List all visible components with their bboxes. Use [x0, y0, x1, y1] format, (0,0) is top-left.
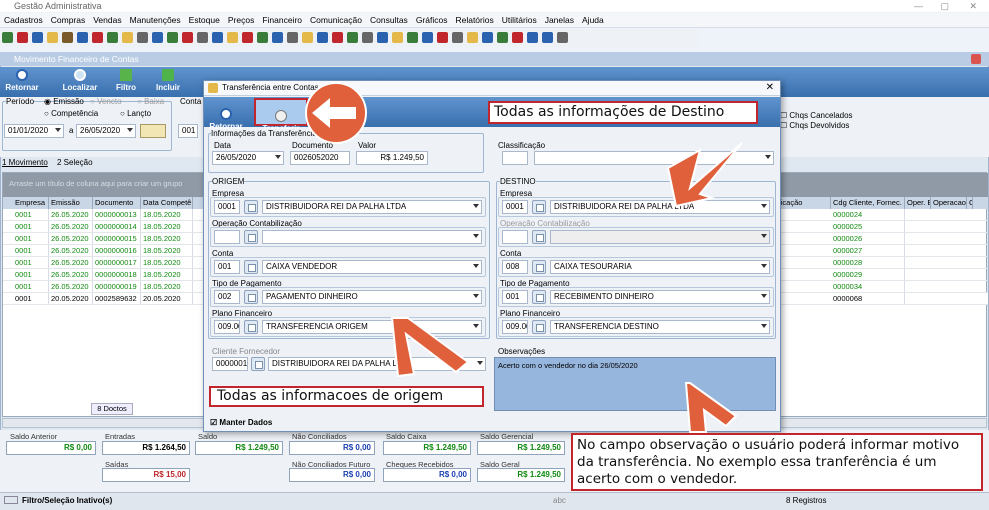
- arrow-up-left-icon: [390, 317, 470, 378]
- arrow-up-left-icon: [684, 382, 738, 433]
- main-window: Gestão Administrativa — ▢ ✕ Cadastros Com…: [0, 0, 989, 510]
- arrow-down-left-icon: [666, 142, 743, 208]
- annotation-arrows: [305, 82, 743, 433]
